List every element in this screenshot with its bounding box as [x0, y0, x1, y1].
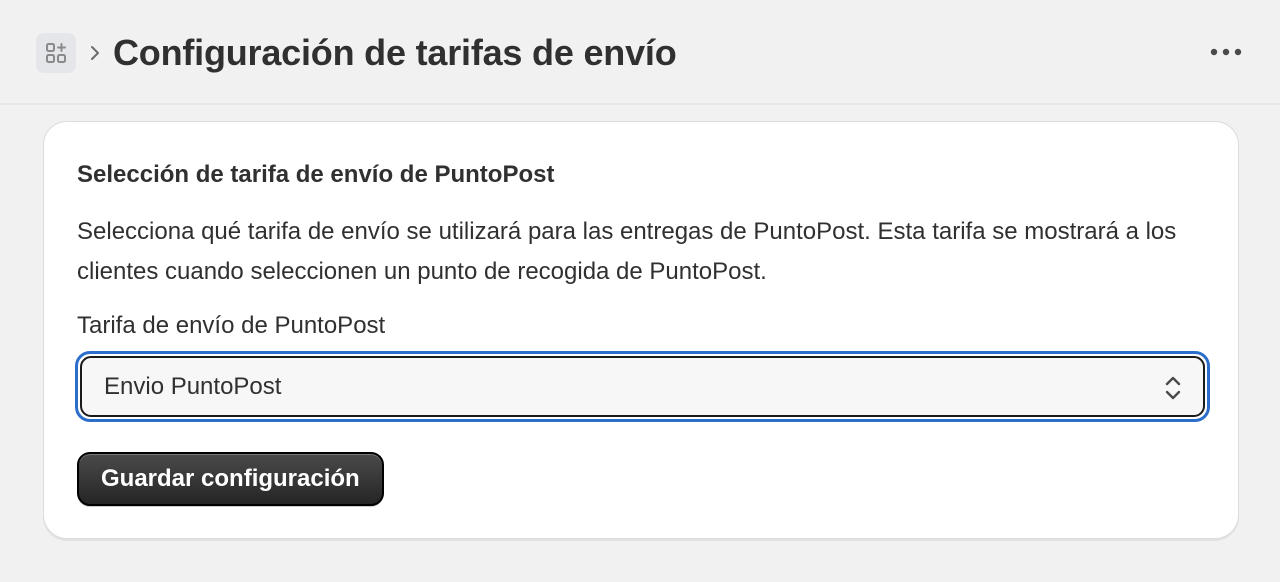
- select-up-down-icon: [1165, 376, 1181, 400]
- shipping-rate-select-value: Envio PuntoPost: [104, 373, 282, 400]
- more-actions-button[interactable]: [1200, 32, 1252, 72]
- page-header: Configuración de tarifas de envío: [0, 0, 1280, 105]
- shipping-rate-card: Selección de tarifa de envío de PuntoPos…: [43, 121, 1239, 539]
- shipping-rate-select-focus-ring: Envio PuntoPost: [75, 351, 1210, 422]
- apps-plus-icon[interactable]: [36, 33, 76, 73]
- shipping-rate-select[interactable]: Envio PuntoPost: [80, 356, 1205, 417]
- save-settings-button[interactable]: Guardar configuración: [77, 452, 384, 506]
- card-heading: Selección de tarifa de envío de PuntoPos…: [77, 161, 555, 188]
- shipping-rate-label: Tarifa de envío de PuntoPost: [77, 312, 386, 339]
- card-description: Selecciona qué tarifa de envío se utiliz…: [77, 218, 1177, 285]
- ellipsis-horizontal-icon: [1210, 48, 1242, 56]
- chevron-right-icon: [88, 38, 102, 68]
- page-title: Configuración de tarifas de envío: [113, 32, 677, 73]
